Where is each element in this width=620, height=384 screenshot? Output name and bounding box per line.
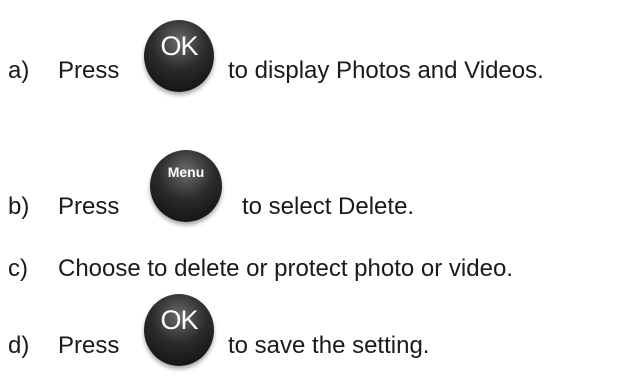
- menu-button-icon: Menu: [150, 150, 222, 222]
- step-b: b) Press to select Delete.: [0, 187, 620, 227]
- step-marker: a): [8, 57, 30, 84]
- ok-button-icon: OK: [144, 20, 214, 92]
- step-marker: b): [8, 193, 30, 220]
- step-marker: d): [8, 332, 30, 359]
- step-press-text: Press: [58, 57, 120, 84]
- step-instruction-text: to select Delete.: [242, 193, 415, 220]
- step-c: c) Choose to delete or protect photo or …: [0, 249, 620, 289]
- menu-button-label: Menu: [167, 164, 205, 180]
- step-d: d) Press to save the setting.: [0, 326, 620, 366]
- step-instruction-text: Choose to delete or protect photo or vid…: [58, 255, 513, 282]
- ok-button-icon: OK: [144, 294, 214, 366]
- step-instruction-text: to save the setting.: [228, 332, 430, 359]
- ok-button-label: OK: [160, 305, 198, 335]
- step-marker: c): [8, 255, 28, 282]
- step-press-text: Press: [58, 193, 120, 220]
- step-instruction-text: to display Photos and Videos.: [228, 57, 544, 84]
- step-a: a) Press to display Photos and Videos.: [0, 51, 620, 91]
- step-press-text: Press: [58, 332, 120, 359]
- ok-button-label: OK: [160, 31, 198, 61]
